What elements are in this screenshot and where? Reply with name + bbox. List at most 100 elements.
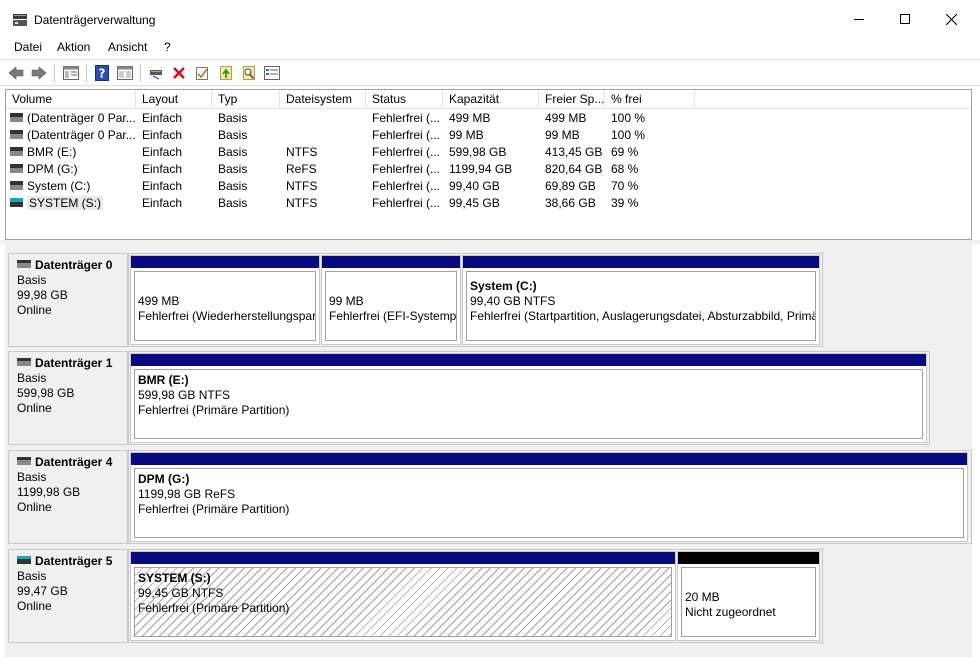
import-button[interactable] [216,63,236,83]
cell-status: Fehlerfrei (... [372,111,441,125]
cell-status: Fehlerfrei (... [372,128,441,142]
connect-button[interactable] [146,63,166,83]
disk-type: Basis [17,470,47,484]
disk-4-label[interactable]: Datenträger 4 Basis 1199,98 GB Online [8,450,128,544]
table-row[interactable]: System (C:) Einfach Basis NTFS Fehlerfre… [6,178,971,195]
back-button[interactable] [6,63,26,83]
cell-volume: DPM (G:) [27,162,78,176]
cell-typ: Basis [218,196,248,210]
search-button[interactable] [239,63,259,83]
column-header-status[interactable]: Status [366,90,443,109]
disk-5-label[interactable]: Datenträger 5 Basis 99,47 GB Online [8,549,128,643]
table-row[interactable]: BMR (E:) Einfach Basis NTFS Fehlerfrei (… [6,144,971,161]
menu-help[interactable]: ? [164,40,171,54]
column-header-freier-speicher[interactable]: Freier Sp... [539,90,605,109]
menu-ansicht[interactable]: Ansicht [108,40,147,54]
column-header-prozent-frei[interactable]: % frei [605,90,695,109]
cell-volume: (Datenträger 0 Par... [27,111,136,125]
cell-typ: Basis [218,179,248,193]
disk-graph-view: Datenträger 0 Basis 99,98 GB Online 499 … [5,244,972,657]
disk-state: Online [17,303,52,317]
connect-icon [150,70,162,80]
close-button[interactable] [928,0,974,38]
list-button[interactable] [262,63,282,83]
minimize-button[interactable] [836,0,882,38]
menu-aktion[interactable]: Aktion [57,40,90,54]
check-icon [196,67,208,80]
check-button[interactable] [192,63,212,83]
delete-button[interactable] [169,63,189,83]
partition-system-c[interactable]: System (C:) 99,40 GB NTFS Fehlerfrei (St… [462,255,820,345]
cell-dateisystem: ReFS [286,162,317,176]
cell-prozent-frei: 39 % [611,196,639,210]
cell-status: Fehlerfrei (... [372,162,441,176]
column-header-layout[interactable]: Layout [136,90,212,109]
partition-dpm-g[interactable]: DPM (G:) 1199,98 GB ReFS Fehlerfrei (Pri… [130,452,968,542]
cell-kapazitaet: 1199,94 GB [449,162,513,176]
help-button[interactable]: ? [92,63,112,83]
partition-status: Fehlerfrei (Primäre Partition) [138,403,290,417]
partition-efi[interactable]: 99 MB Fehlerfrei (EFI-Systempa [321,255,461,345]
column-header-volume[interactable]: Volume [6,90,136,109]
console-icon [117,66,133,80]
partition-bar [131,453,967,465]
disk-type: Basis [17,569,47,583]
forward-button[interactable] [29,63,49,83]
cell-layout: Einfach [142,111,183,125]
partition-status: Fehlerfrei (Primäre Partition) [138,502,290,516]
disk-name: Datenträger 4 [35,455,113,469]
cell-layout: Einfach [142,145,183,159]
disk-state: Online [17,500,52,514]
console-button[interactable] [115,63,135,83]
disk-icon [17,457,31,466]
partition-size: 1199,98 GB ReFS [138,487,236,501]
partition-size: 599,98 GB NTFS [138,388,231,402]
cell-prozent-frei: 70 % [611,179,639,193]
cell-freier-speicher: 499 MB [545,111,587,125]
table-row[interactable]: DPM (G:) Einfach Basis ReFS Fehlerfrei (… [6,161,971,178]
partition-status: Nicht zugeordnet [685,605,776,619]
column-header-dateisystem[interactable]: Dateisystem [280,90,366,109]
cell-kapazitaet: 99,40 GB [449,179,500,193]
cell-volume: BMR (E:) [27,145,77,159]
properties-view-button[interactable] [61,63,81,83]
cell-kapazitaet: 499 MB [449,111,491,125]
cell-layout: Einfach [142,128,183,142]
disk-1-label[interactable]: Datenträger 1 Basis 599,98 GB Online [8,351,128,445]
volume-icon [10,113,23,123]
partition-unallocated[interactable]: 20 MB Nicht zugeordnet [677,551,820,641]
disk-0-label[interactable]: Datenträger 0 Basis 99,98 GB Online [8,253,128,347]
partition-title: BMR (E:) [138,373,189,387]
toolbar-separator [54,64,55,82]
cell-status: Fehlerfrei (... [372,145,441,159]
cell-prozent-frei: 69 % [611,145,639,159]
partition-title: System (C:) [470,279,537,293]
cell-prozent-frei: 68 % [611,162,639,176]
table-row[interactable]: (Datenträger 0 Par... Einfach Basis Fehl… [6,110,971,127]
disk-icon [17,556,31,565]
partition-system-s[interactable]: SYSTEM (S:) 99,45 GB NTFS Fehlerfrei (Pr… [130,551,676,641]
partition-recovery[interactable]: 499 MB Fehlerfrei (Wiederherstellungspar [130,255,320,345]
disk-type: Basis [17,273,47,287]
svg-text:?: ? [99,67,106,81]
table-row[interactable]: (Datenträger 0 Par... Einfach Basis Fehl… [6,127,971,144]
partition-status: Fehlerfrei (Primäre Partition) [138,601,290,615]
partition-size: 99,40 GB NTFS [470,294,556,308]
cell-layout: Einfach [142,179,183,193]
table-row[interactable]: SYSTEM (S:) Einfach Basis NTFS Fehlerfre… [6,195,971,212]
cell-prozent-frei: 100 % [611,111,646,125]
volume-list: Volume Layout Typ Dateisystem Status Kap… [5,89,972,240]
partition-size: 99,45 GB NTFS [138,586,224,600]
back-icon [8,66,24,80]
column-header-kapazitaet[interactable]: Kapazität [443,90,539,109]
maximize-button[interactable] [882,0,928,38]
partition-status: Fehlerfrei (Startpartition, Auslagerungs… [470,309,816,323]
disk-management-app-icon [13,14,27,26]
partition-size: 20 MB [685,590,720,604]
title-bar: Datenträgerverwaltung [0,0,980,38]
column-header-typ[interactable]: Typ [212,90,280,109]
partition-bmr-e[interactable]: BMR (E:) 599,98 GB NTFS Fehlerfrei (Prim… [130,353,927,443]
cell-freier-speicher: 820,64 GB [545,162,603,176]
minimize-icon [854,19,864,20]
menu-datei[interactable]: Datei [14,40,42,54]
